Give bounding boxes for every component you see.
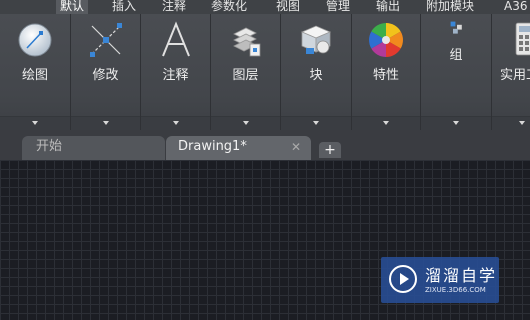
group-icon: [450, 21, 462, 34]
watermark-url: ZIXUE.3D66.COM: [425, 286, 486, 294]
panel-utilities-expander[interactable]: [492, 116, 530, 130]
text-annotation-icon: [161, 21, 190, 57]
tab-insert[interactable]: 插入: [112, 0, 136, 14]
panel-utilities[interactable]: 实用工: [492, 14, 530, 130]
panel-layers[interactable]: 图层: [211, 14, 281, 130]
panel-group-label: 组: [449, 48, 463, 63]
play-icon: [389, 265, 417, 293]
ribbon-tab-bar: 默认 插入 注释 参数化 视图 管理 输出 附加模块 A36: [0, 0, 530, 14]
panel-properties[interactable]: 特性: [352, 14, 421, 130]
layers-icon: [232, 27, 260, 57]
tab-parametric[interactable]: 参数化: [211, 0, 247, 14]
modify-move-icon: [89, 23, 122, 57]
panel-modify-expander[interactable]: [71, 116, 140, 130]
watermark-logo: 溜溜自学 ZIXUE.3D66.COM: [381, 257, 499, 303]
draw-circle-icon: [18, 23, 52, 57]
tab-default[interactable]: 默认: [56, 0, 89, 14]
tab-a360[interactable]: A36: [504, 0, 530, 14]
panel-layers-label: 图层: [232, 68, 259, 83]
panel-block-label: 块: [309, 68, 323, 83]
panel-annotation-label: 注释: [162, 68, 189, 83]
panel-group-expander[interactable]: [421, 116, 491, 130]
panel-draw-expander[interactable]: [0, 116, 70, 130]
panel-annotation-expander[interactable]: [141, 116, 210, 130]
tab-start-label: 开始: [36, 139, 63, 154]
panel-properties-label: 特性: [372, 68, 399, 83]
panel-utilities-label: 实用工: [500, 68, 530, 83]
tab-view[interactable]: 视图: [276, 0, 300, 14]
ribbon-panel: 绘图 修改 注释 图层 块 特性 组 实用: [0, 14, 530, 130]
panel-block-expander[interactable]: [281, 116, 351, 130]
close-icon[interactable]: ✕: [291, 136, 301, 158]
insert-block-icon: [300, 25, 332, 54]
panel-annotation[interactable]: 注释: [141, 14, 211, 130]
panel-modify-label: 修改: [92, 68, 119, 83]
panel-modify[interactable]: 修改: [71, 14, 141, 130]
panel-draw-label: 绘图: [21, 68, 48, 83]
tab-start[interactable]: 开始: [22, 136, 165, 160]
panel-properties-expander[interactable]: [352, 116, 420, 130]
panel-layers-expander[interactable]: [211, 116, 280, 130]
tab-addons[interactable]: 附加模块: [426, 0, 474, 14]
panel-block[interactable]: 块: [281, 14, 352, 130]
watermark-title: 溜溜自学: [425, 266, 498, 285]
tab-output[interactable]: 输出: [376, 0, 400, 14]
calculator-icon: [515, 22, 530, 56]
color-wheel-icon: [369, 23, 403, 57]
tab-annotate[interactable]: 注释: [162, 0, 186, 14]
tab-manage[interactable]: 管理: [326, 0, 350, 14]
tab-drawing1[interactable]: Drawing1* ✕: [166, 136, 311, 160]
panel-draw[interactable]: 绘图: [0, 14, 71, 130]
panel-group[interactable]: 组: [421, 14, 492, 130]
new-tab-button[interactable]: +: [319, 142, 341, 158]
tab-drawing1-label: Drawing1*: [178, 139, 247, 154]
document-tab-strip: 开始 Drawing1* ✕: [0, 130, 530, 160]
